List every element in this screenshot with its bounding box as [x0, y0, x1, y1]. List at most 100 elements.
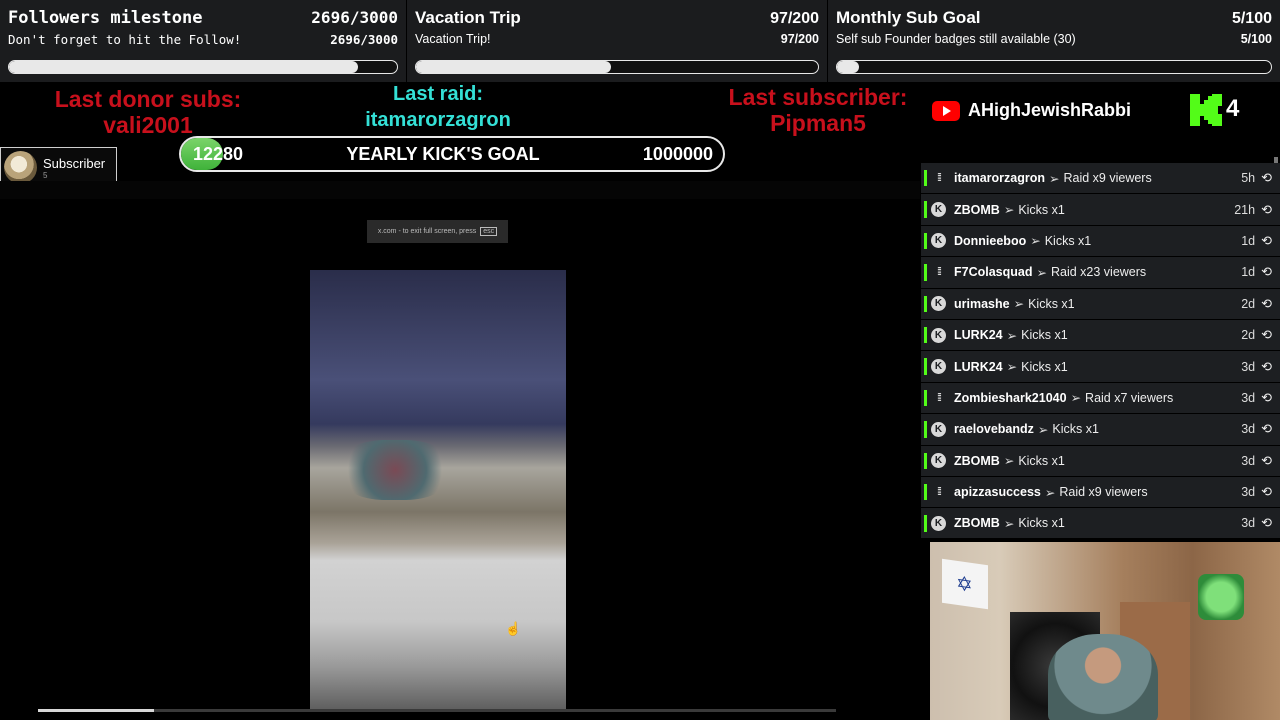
replay-icon[interactable]: ⟲: [1261, 359, 1272, 375]
goal-sub-count: 97/200: [780, 32, 819, 46]
last-raid-block: Last raid: itamarorzagron: [338, 81, 538, 133]
event-time: 5h: [1241, 171, 1256, 186]
kick-badge-icon: K: [931, 515, 946, 531]
arrow-right-icon: ➢: [1044, 485, 1056, 500]
event-row: K Donnieeboo ➢ Kicks x1 1d ⟲: [921, 225, 1280, 258]
arrow-right-icon: ➢: [1049, 171, 1060, 186]
last-raid-name: itamarorzagron: [365, 109, 511, 131]
event-description: Raid x9 viewers: [1059, 485, 1148, 500]
arrow-right-icon: ➢: [1013, 297, 1025, 312]
last-subscriber-block: Last subscriber: Pipman5: [706, 84, 930, 136]
event-row: ⁞⁞⁞ Zombieshark21040 ➢ Raid x7 viewers 3d ⟲: [921, 382, 1280, 415]
kick-badge-icon: K: [931, 233, 946, 249]
event-user: F7Colasquad: [954, 265, 1033, 280]
kick-goal-label: YEARLY KICK'S GOAL: [346, 143, 540, 164]
goal-subtitle: Self sub Founder badges still available …: [836, 32, 1076, 46]
event-time: 1d: [1241, 265, 1256, 280]
goal-progress-fill: [416, 61, 611, 73]
replay-icon[interactable]: ⟲: [1261, 170, 1272, 186]
event-time: 2d: [1241, 296, 1256, 311]
event-time: 1d: [1241, 233, 1256, 248]
yearly-kick-goal-bar: 12280 YEARLY KICK'S GOAL 1000000: [179, 136, 725, 172]
youtube-channel: AHighJewishRabbi: [932, 100, 1131, 121]
kick-count: 4: [1226, 95, 1240, 122]
event-user: Donnieeboo: [954, 233, 1027, 248]
goal-subtitle: Don't forget to hit the Follow!: [8, 32, 242, 47]
goal-progress-bar: [836, 60, 1272, 74]
mouse-cursor-icon: ☝: [505, 621, 522, 636]
arrow-right-icon: ➢: [1006, 328, 1018, 343]
arrow-right-icon: ➢: [1003, 454, 1015, 469]
replay-icon[interactable]: ⟲: [1261, 421, 1272, 437]
last-donor-label: Last donor subs:: [54, 86, 242, 112]
event-description: Raid x9 viewers: [1063, 171, 1152, 186]
event-row: Kurimashe ➢ Kicks x1 2d ⟲: [921, 288, 1280, 320]
goal-count: 5/100: [1231, 10, 1272, 27]
last-raid-label: Last raid:: [392, 83, 484, 105]
kick-badge-icon: K: [931, 421, 946, 437]
event-user: ZBOMB: [954, 202, 1000, 217]
event-time: 3d: [1241, 390, 1256, 405]
goal-title: Monthly Sub Goal: [836, 8, 981, 27]
replay-icon[interactable]: ⟲: [1261, 264, 1272, 280]
kick-badge-icon: K: [931, 359, 946, 375]
kick-badge-icon: K: [931, 327, 946, 343]
avatar: [4, 151, 37, 184]
goal-title: Vacation Trip: [415, 8, 521, 27]
event-row: ⁞⁞⁞ itamarorzagron ➢ Raid x9 viewers 5h ⟲: [921, 163, 1280, 195]
wall-clock: [1198, 574, 1244, 620]
goal-progress-fill: [9, 61, 358, 73]
event-row: ⁞⁞⁞ F7Colasquad ➢ Raid x23 viewers 1d ⟲: [921, 257, 1280, 289]
goal-progress-bar: [415, 60, 819, 74]
youtube-channel-name: AHighJewishRabbi: [968, 100, 1132, 120]
goal-progress-bar: [8, 60, 398, 74]
goal-progress-fill: [837, 61, 859, 73]
event-user: itamarorzagron: [954, 171, 1045, 186]
event-row: K LURK24 ➢ Kicks x1 2d ⟲: [921, 319, 1280, 352]
event-user: apizzasuccess: [954, 485, 1041, 500]
goal-count: 97/200: [770, 10, 819, 27]
goal-sub-count: 5/100: [1240, 32, 1272, 46]
esc-key-label: esc: [480, 227, 498, 236]
video-frame[interactable]: [310, 270, 566, 710]
replay-icon[interactable]: ⟲: [1261, 515, 1272, 531]
last-donor-block: Last donor subs: vali2001: [40, 86, 256, 138]
video-progress-fill: [38, 709, 154, 712]
replay-icon[interactable]: ⟲: [1261, 233, 1272, 249]
event-row: Kraelovebandz ➢ Kicks x1 3d ⟲: [921, 414, 1280, 446]
event-user: urimashe: [954, 296, 1010, 311]
event-user: ZBOMB: [954, 453, 1000, 468]
event-description: Kicks x1: [1021, 328, 1068, 343]
vacation-goal-widget: Vacation Trip 97/200 Vacation Trip! 97/2…: [407, 0, 827, 82]
kick-goal-current: 12280: [193, 143, 244, 164]
event-description: Kicks x1: [1018, 516, 1065, 531]
israel-flag: ✡: [942, 558, 988, 610]
raid-icon: ⁞⁞⁞: [936, 266, 942, 279]
raid-icon: ⁞⁞⁞: [936, 172, 942, 185]
kick-badge-icon: K: [931, 202, 946, 218]
replay-icon[interactable]: ⟲: [1261, 484, 1272, 500]
fullscreen-banner: x.com - to exit full screen, press esc: [367, 220, 508, 243]
fullscreen-banner-text: x.com - to exit full screen, press: [377, 228, 477, 235]
replay-icon[interactable]: ⟲: [1261, 327, 1272, 343]
replay-icon[interactable]: ⟲: [1261, 202, 1272, 218]
replay-icon[interactable]: ⟲: [1261, 296, 1272, 312]
replay-icon[interactable]: ⟲: [1261, 453, 1272, 469]
sub-goal-widget: Monthly Sub Goal 5/100 Self sub Founder …: [828, 0, 1280, 82]
streamer: [1048, 634, 1158, 720]
video-progress-bar[interactable]: [38, 709, 836, 712]
goal-sub-count: 2696/3000: [330, 32, 398, 47]
webcam-feed: ✡: [930, 542, 1280, 720]
kick-badge-icon: K: [931, 453, 946, 469]
event-description: Kicks x1: [1018, 453, 1065, 468]
youtube-icon: [932, 100, 960, 121]
event-time: 3d: [1241, 485, 1256, 500]
event-user: Zombieshark21040: [954, 390, 1067, 405]
arrow-right-icon: ➢: [1070, 391, 1082, 406]
event-description: Raid x7 viewers: [1085, 390, 1174, 405]
kick-badge-icon: K: [931, 296, 946, 312]
replay-icon[interactable]: ⟲: [1261, 390, 1272, 406]
subscriber-count: 5: [43, 170, 48, 180]
goal-count: 2696/3000: [311, 8, 398, 27]
event-row: K ZBOMB ➢ Kicks x1 3d ⟲: [921, 508, 1280, 538]
